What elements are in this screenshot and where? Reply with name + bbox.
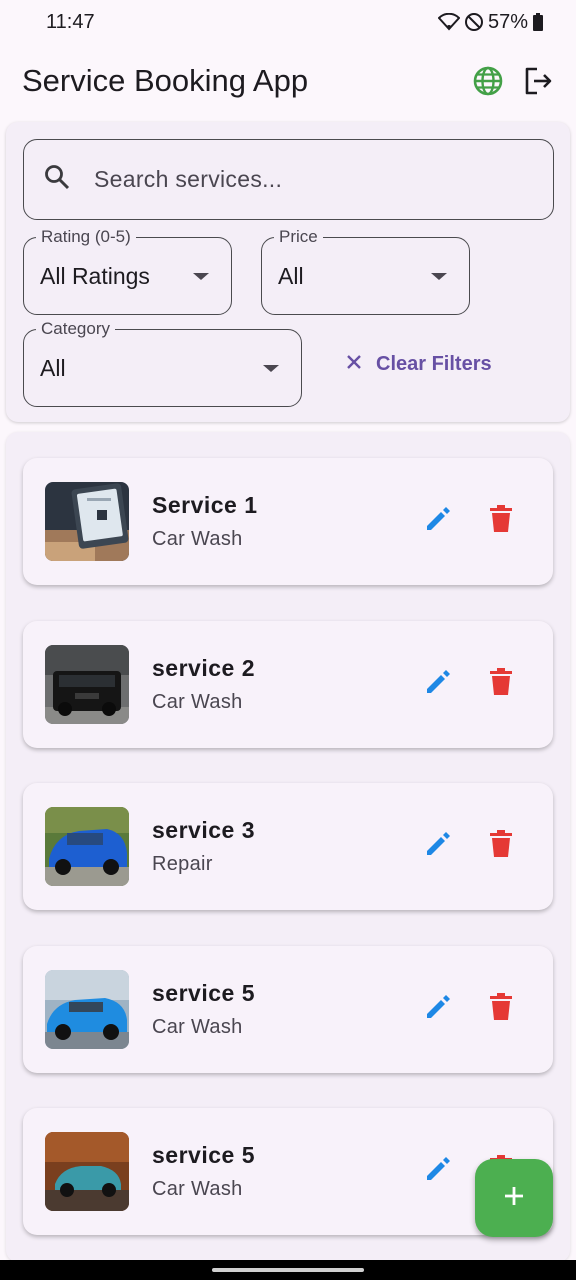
delete-icon[interactable] bbox=[489, 505, 513, 538]
service-category: Car Wash bbox=[152, 1016, 243, 1038]
service-thumbnail bbox=[45, 1132, 129, 1211]
logout-icon[interactable] bbox=[522, 65, 554, 97]
category-label: Category bbox=[36, 318, 115, 340]
search-icon bbox=[44, 164, 70, 195]
search-input[interactable]: Search services... bbox=[23, 139, 554, 220]
status-bar: 11:47 57% bbox=[0, 0, 576, 44]
add-service-button[interactable] bbox=[475, 1159, 553, 1237]
category-dropdown[interactable]: Category All bbox=[23, 318, 302, 407]
price-dropdown[interactable]: Price All bbox=[261, 226, 470, 315]
system-nav-bar bbox=[0, 1260, 576, 1280]
app-bar: Service Booking App bbox=[0, 44, 576, 118]
service-card[interactable]: service 3 Repair bbox=[23, 783, 553, 910]
delete-icon[interactable] bbox=[489, 668, 513, 701]
service-category: Car Wash bbox=[152, 691, 243, 713]
status-time: 11:47 bbox=[46, 10, 95, 33]
wifi-icon bbox=[437, 13, 460, 31]
chevron-down-icon bbox=[193, 272, 209, 280]
service-category: Car Wash bbox=[152, 528, 243, 550]
rating-dropdown[interactable]: Rating (0-5) All Ratings bbox=[23, 226, 232, 315]
edit-icon[interactable] bbox=[423, 667, 453, 702]
chevron-down-icon bbox=[263, 364, 279, 372]
service-thumbnail bbox=[45, 970, 129, 1049]
service-name: service 2 bbox=[152, 655, 255, 681]
plus-icon bbox=[503, 1185, 525, 1212]
edit-icon[interactable] bbox=[423, 992, 453, 1027]
service-name: service 5 bbox=[152, 1142, 255, 1168]
service-name: Service 1 bbox=[152, 492, 258, 518]
service-thumbnail bbox=[45, 645, 129, 724]
chevron-down-icon bbox=[431, 272, 447, 280]
battery-icon bbox=[532, 13, 544, 31]
rating-value: All Ratings bbox=[40, 262, 150, 289]
filter-card: Search services... Rating (0-5) All Rati… bbox=[6, 122, 570, 422]
service-category: Car Wash bbox=[152, 1178, 243, 1200]
close-icon bbox=[346, 353, 362, 376]
service-thumbnail bbox=[45, 482, 129, 561]
clear-filters-label: Clear Filters bbox=[376, 352, 492, 375]
rating-label: Rating (0-5) bbox=[36, 226, 136, 248]
price-label: Price bbox=[274, 226, 323, 248]
battery-percent: 57% bbox=[487, 10, 528, 33]
do-not-disturb-icon bbox=[464, 12, 484, 32]
service-name: service 3 bbox=[152, 817, 255, 843]
service-thumbnail bbox=[45, 807, 129, 886]
category-value: All bbox=[40, 354, 66, 381]
service-card[interactable]: service 2 Car Wash bbox=[23, 621, 553, 748]
services-list[interactable]: Service 1 Car Wash service 2 Car Wash se… bbox=[6, 432, 570, 1262]
service-card[interactable]: service 5 Car Wash bbox=[23, 946, 553, 1073]
delete-icon[interactable] bbox=[489, 993, 513, 1026]
service-card[interactable]: Service 1 Car Wash bbox=[23, 458, 553, 585]
home-handle[interactable] bbox=[212, 1268, 364, 1272]
service-category: Repair bbox=[152, 853, 213, 875]
service-name: service 5 bbox=[152, 980, 255, 1006]
price-value: All bbox=[278, 262, 304, 289]
edit-icon[interactable] bbox=[423, 829, 453, 864]
edit-icon[interactable] bbox=[423, 1154, 453, 1189]
search-placeholder: Search services... bbox=[94, 166, 283, 192]
service-card[interactable]: service 5 Car Wash bbox=[23, 1108, 553, 1235]
globe-icon[interactable] bbox=[472, 65, 504, 97]
status-icons: 57% bbox=[437, 10, 544, 34]
edit-icon[interactable] bbox=[423, 504, 453, 539]
app-title: Service Booking App bbox=[22, 63, 309, 98]
clear-filters-button[interactable]: Clear Filters bbox=[346, 344, 492, 384]
delete-icon[interactable] bbox=[489, 830, 513, 863]
